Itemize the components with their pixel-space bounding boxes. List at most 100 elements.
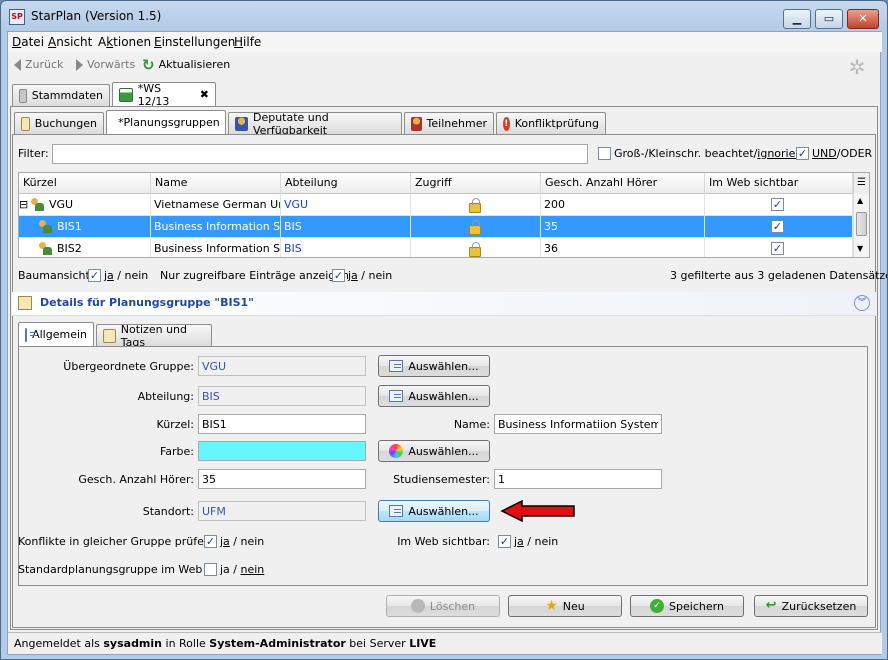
- nur-zugreifbar-ja-nein: ja / nein: [348, 269, 393, 282]
- standort-label: Standort:: [142, 505, 194, 518]
- web-visible-checkbox[interactable]: ✓: [771, 220, 784, 233]
- tab-stammdaten[interactable]: Stammdaten: [12, 84, 110, 106]
- table-scrollbar[interactable]: ▲ ▼: [853, 194, 869, 257]
- select-parent-button[interactable]: Auswählen...: [378, 355, 490, 377]
- filter-label: Filter:: [18, 147, 49, 160]
- web-visible-checkbox[interactable]: ✓: [771, 242, 784, 255]
- list-icon: [389, 360, 404, 372]
- tab-ws-12-13[interactable]: *WS 12/13 ✖: [112, 82, 216, 108]
- application-window: SP StarPlan (Version 1.5) ▁ ▭ ✕ Datei An…: [0, 0, 888, 660]
- studiensemester-label: Studiensemester:: [393, 473, 490, 486]
- und-oder-label: UND/ODER: [812, 147, 873, 160]
- new-button[interactable]: ★ Neu: [508, 595, 622, 617]
- column-name[interactable]: Name: [151, 173, 281, 194]
- list-icon: [389, 390, 404, 402]
- collapse-icon[interactable]: ︾: [854, 295, 870, 311]
- name-input[interactable]: [494, 414, 662, 434]
- table-row[interactable]: BIS2 Business Information Sy... BIS 36 ✓: [19, 238, 853, 257]
- close-tab-icon[interactable]: ✖: [200, 88, 209, 101]
- group-icon: [31, 198, 45, 212]
- refresh-button[interactable]: ↻ Aktualisieren: [142, 55, 230, 74]
- column-hoerer[interactable]: Gesch. Anzahl Hörer: [541, 173, 705, 194]
- menu-aktionen[interactable]: Aktionen: [98, 35, 151, 49]
- window-title: StarPlan (Version 1.5): [31, 9, 162, 23]
- status-bar: Angemeldet als sysadmin in Rolle System-…: [8, 632, 882, 654]
- filter-input[interactable]: [52, 144, 588, 164]
- menu-datei[interactable]: Datei: [12, 35, 44, 49]
- kuerzel-input[interactable]: [198, 414, 366, 434]
- delete-button[interactable]: Löschen: [386, 595, 500, 617]
- color-wheel-icon: [389, 444, 404, 458]
- menu-hilfe[interactable]: Hilfe: [234, 35, 261, 49]
- abteilung-label: Abteilung:: [137, 390, 194, 403]
- warning-icon: !: [503, 116, 510, 131]
- tab-allgemein[interactable]: Allgemein: [18, 322, 94, 346]
- scroll-up-icon[interactable]: ▲: [857, 196, 863, 205]
- web-sichtbar-ja-nein: ja / nein: [514, 535, 559, 548]
- status-text: Angemeldet als sysadmin in Rolle System-…: [14, 637, 437, 650]
- color-swatch[interactable]: [198, 441, 366, 461]
- hoerer-input[interactable]: [198, 469, 366, 489]
- tab-notizen[interactable]: Notizen und Tags: [96, 323, 212, 349]
- menu-einstellungen[interactable]: Einstellungen: [154, 35, 235, 49]
- participant-icon: [411, 116, 422, 131]
- column-zugriff[interactable]: Zugriff: [411, 173, 541, 194]
- standardgruppe-checkbox[interactable]: [204, 563, 217, 576]
- baumansicht-checkbox[interactable]: ✓: [88, 269, 101, 282]
- select-department-button[interactable]: Auswählen...: [378, 385, 490, 407]
- record-count: 3 gefilterte aus 3 geladenen Datensätzen: [670, 269, 888, 282]
- select-color-button[interactable]: Auswählen...: [378, 440, 490, 462]
- maximize-button[interactable]: ▭: [815, 9, 843, 29]
- column-chooser-icon[interactable]: ☰: [853, 173, 869, 194]
- forward-button[interactable]: Vorwärts: [76, 58, 135, 71]
- case-sensitive-checkbox[interactable]: [598, 147, 611, 160]
- tab-konfliktpruefung[interactable]: ! Konfliktprüfung: [496, 112, 606, 134]
- edit-note-icon: [18, 296, 32, 310]
- refresh-icon: ↻: [142, 55, 155, 74]
- lock-icon: [469, 198, 481, 213]
- und-oder-checkbox[interactable]: ✓: [796, 147, 809, 160]
- column-web[interactable]: Im Web sichtbar: [705, 173, 853, 194]
- column-abteilung[interactable]: Abteilung: [281, 173, 411, 194]
- person-icon: [235, 116, 248, 131]
- scroll-thumb[interactable]: [856, 212, 867, 236]
- kuerzel-label: Kürzel:: [156, 418, 194, 431]
- nur-zugreifbar-checkbox[interactable]: ✓: [332, 269, 345, 282]
- back-button[interactable]: Zurück: [14, 58, 63, 71]
- tab-teilnehmer[interactable]: Teilnehmer: [404, 112, 494, 134]
- case-sensitive-label: Groß-/Kleinschr. beachtet/ignoriert: [614, 147, 805, 160]
- reset-button[interactable]: ↩ Zurücksetzen: [754, 595, 868, 617]
- database-icon: [19, 88, 27, 103]
- table-row[interactable]: ⊟ VGU Vietnamese German Uni... VGU 200 ✓: [19, 194, 853, 216]
- undo-icon: ↩: [765, 598, 777, 613]
- studiensemester-input[interactable]: [494, 469, 662, 489]
- tab-deputate[interactable]: Deputate und Verfügbarkeit: [228, 111, 402, 137]
- web-visible-checkbox[interactable]: ✓: [771, 198, 784, 211]
- menu-bar: Datei Ansicht Aktionen Einstellungen Hil…: [8, 32, 882, 52]
- konflikte-checkbox[interactable]: ✓: [204, 535, 217, 548]
- minimize-button[interactable]: ▁: [783, 9, 811, 29]
- standardgruppe-label: Standardplanungsgruppe im Web: [18, 563, 203, 576]
- farbe-label: Farbe:: [159, 445, 194, 458]
- column-kuerzel[interactable]: Kürzel: [19, 173, 151, 194]
- list-icon: [389, 505, 404, 517]
- close-button[interactable]: ✕: [847, 9, 879, 29]
- table-row[interactable]: BIS1 Business Information S... BIS 35 ✓: [19, 216, 853, 238]
- tab-planungsgruppen[interactable]: *Planungsgruppen: [106, 110, 226, 134]
- details-header[interactable]: Details für Planungsgruppe "BIS1" ︾: [12, 292, 876, 316]
- lock-icon: [469, 220, 481, 235]
- group-icon: [39, 220, 53, 234]
- save-button[interactable]: ✓ Speichern: [630, 595, 744, 617]
- title-bar[interactable]: SP StarPlan (Version 1.5) ▁ ▭ ✕: [1, 1, 887, 31]
- select-location-button[interactable]: Auswählen...: [378, 500, 490, 522]
- menu-ansicht[interactable]: Ansicht: [48, 35, 92, 49]
- tree-collapse-icon[interactable]: ⊟: [19, 194, 28, 215]
- web-sichtbar-checkbox[interactable]: ✓: [498, 535, 511, 548]
- web-sichtbar-label: Im Web sichtbar:: [397, 535, 490, 548]
- spreadsheet-icon: [119, 87, 133, 102]
- scroll-down-icon[interactable]: ▼: [857, 244, 863, 253]
- tab-buchungen[interactable]: Buchungen: [14, 112, 104, 134]
- lock-icon: [469, 242, 481, 257]
- client-area: Datei Ansicht Aktionen Einstellungen Hil…: [7, 31, 887, 655]
- checkmark-icon: ✓: [650, 599, 665, 613]
